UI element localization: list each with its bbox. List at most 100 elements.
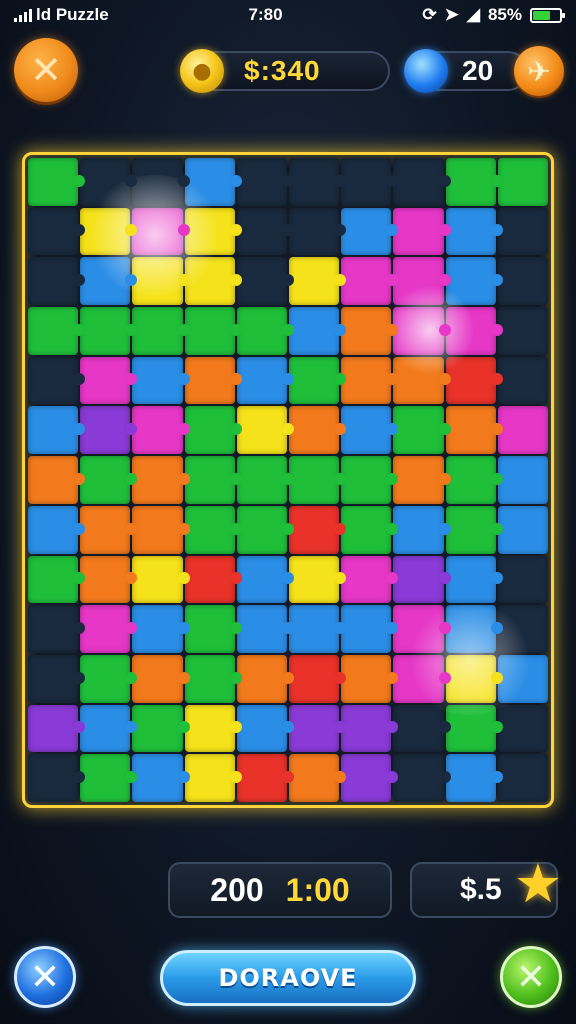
puzzle-piece[interactable] (184, 406, 243, 455)
puzzle-piece[interactable] (28, 158, 86, 206)
close-button[interactable]: ✕ (14, 38, 78, 102)
puzzle-piece[interactable] (393, 257, 451, 306)
puzzle-piece[interactable] (341, 555, 399, 604)
puzzle-piece[interactable] (341, 356, 399, 405)
puzzle-piece[interactable] (80, 307, 138, 355)
puzzle-piece[interactable] (341, 456, 399, 504)
puzzle-piece[interactable] (393, 456, 451, 504)
puzzle-piece[interactable] (445, 356, 504, 405)
puzzle-piece[interactable] (289, 158, 347, 206)
puzzle-piece[interactable] (28, 654, 86, 703)
puzzle-piece[interactable] (393, 158, 451, 206)
puzzle-piece[interactable] (184, 754, 243, 802)
booster-button[interactable]: ✈ (514, 46, 564, 96)
puzzle-piece[interactable] (132, 456, 190, 504)
puzzle-piece[interactable] (132, 307, 190, 355)
puzzle-piece[interactable] (393, 406, 451, 455)
puzzle-piece[interactable] (28, 754, 86, 802)
puzzle-piece[interactable] (132, 605, 190, 653)
puzzle-piece[interactable] (497, 257, 548, 306)
puzzle-piece[interactable] (445, 456, 504, 504)
puzzle-piece[interactable] (236, 505, 295, 554)
puzzle-piece[interactable] (289, 754, 347, 802)
puzzle-piece[interactable] (445, 754, 504, 802)
puzzle-piece[interactable] (341, 505, 399, 554)
puzzle-piece[interactable] (184, 505, 243, 554)
puzzle-piece[interactable] (341, 406, 399, 455)
puzzle-piece[interactable] (80, 754, 138, 802)
puzzle-piece[interactable] (236, 158, 295, 206)
puzzle-piece[interactable] (236, 406, 295, 455)
puzzle-piece[interactable] (497, 158, 548, 206)
puzzle-piece[interactable] (445, 654, 504, 703)
puzzle-piece[interactable] (497, 555, 548, 604)
puzzle-piece[interactable] (289, 406, 347, 455)
puzzle-piece[interactable] (28, 207, 86, 256)
puzzle-piece[interactable] (28, 257, 86, 306)
puzzle-piece[interactable] (132, 158, 190, 206)
puzzle-piece[interactable] (445, 257, 504, 306)
puzzle-piece[interactable] (80, 704, 138, 753)
puzzle-piece[interactable] (445, 307, 504, 355)
puzzle-piece[interactable] (341, 605, 399, 653)
puzzle-piece[interactable] (132, 654, 190, 703)
puzzle-piece[interactable] (28, 406, 86, 455)
puzzle-piece[interactable] (289, 356, 347, 405)
puzzle-piece[interactable] (341, 754, 399, 802)
puzzle-piece[interactable] (445, 555, 504, 604)
puzzle-piece[interactable] (28, 456, 86, 504)
puzzle-piece[interactable] (236, 754, 295, 802)
puzzle-piece[interactable] (80, 505, 138, 554)
main-action-button[interactable]: DORAOVE (160, 950, 416, 1006)
puzzle-piece[interactable] (289, 704, 347, 753)
puzzle-piece[interactable] (497, 704, 548, 753)
puzzle-piece[interactable] (28, 505, 86, 554)
puzzle-piece[interactable] (393, 307, 451, 355)
puzzle-piece[interactable] (497, 605, 548, 653)
puzzle-piece[interactable] (132, 555, 190, 604)
puzzle-piece[interactable] (289, 605, 347, 653)
puzzle-piece[interactable] (132, 406, 190, 455)
puzzle-piece[interactable] (393, 505, 451, 554)
puzzle-piece[interactable] (80, 406, 138, 455)
puzzle-piece[interactable] (289, 257, 347, 306)
puzzle-piece[interactable] (341, 704, 399, 753)
cancel-button[interactable]: ✕ (14, 946, 76, 1008)
puzzle-piece[interactable] (497, 654, 548, 703)
puzzle-piece[interactable] (393, 704, 451, 753)
puzzle-piece[interactable] (445, 406, 504, 455)
puzzle-piece[interactable] (289, 505, 347, 554)
puzzle-piece[interactable] (289, 555, 347, 604)
puzzle-piece[interactable] (28, 356, 86, 405)
confirm-button[interactable]: ✕ (500, 946, 562, 1008)
puzzle-piece[interactable] (132, 257, 190, 306)
puzzle-piece[interactable] (341, 654, 399, 703)
puzzle-piece[interactable] (445, 207, 504, 256)
puzzle-piece[interactable] (236, 257, 295, 306)
puzzle-piece[interactable] (341, 158, 399, 206)
puzzle-piece[interactable] (236, 356, 295, 405)
puzzle-piece[interactable] (341, 257, 399, 306)
puzzle-piece[interactable] (184, 207, 243, 256)
puzzle-piece[interactable] (132, 207, 190, 256)
puzzle-piece[interactable] (497, 307, 548, 355)
puzzle-piece[interactable] (236, 456, 295, 504)
puzzle-piece[interactable] (393, 207, 451, 256)
puzzle-piece[interactable] (497, 207, 548, 256)
puzzle-piece[interactable] (80, 158, 138, 206)
puzzle-piece[interactable] (236, 307, 295, 355)
puzzle-piece[interactable] (445, 158, 504, 206)
puzzle-piece[interactable] (289, 654, 347, 703)
puzzle-piece[interactable] (497, 754, 548, 802)
puzzle-piece[interactable] (393, 654, 451, 703)
puzzle-piece[interactable] (28, 704, 86, 753)
puzzle-piece[interactable] (80, 555, 138, 604)
puzzle-piece[interactable] (341, 207, 399, 256)
puzzle-piece[interactable] (28, 605, 86, 653)
puzzle-piece[interactable] (184, 555, 243, 604)
puzzle-piece[interactable] (445, 704, 504, 753)
puzzle-piece[interactable] (184, 307, 243, 355)
puzzle-piece[interactable] (184, 158, 243, 206)
puzzle-piece[interactable] (236, 207, 295, 256)
puzzle-piece[interactable] (80, 207, 138, 256)
